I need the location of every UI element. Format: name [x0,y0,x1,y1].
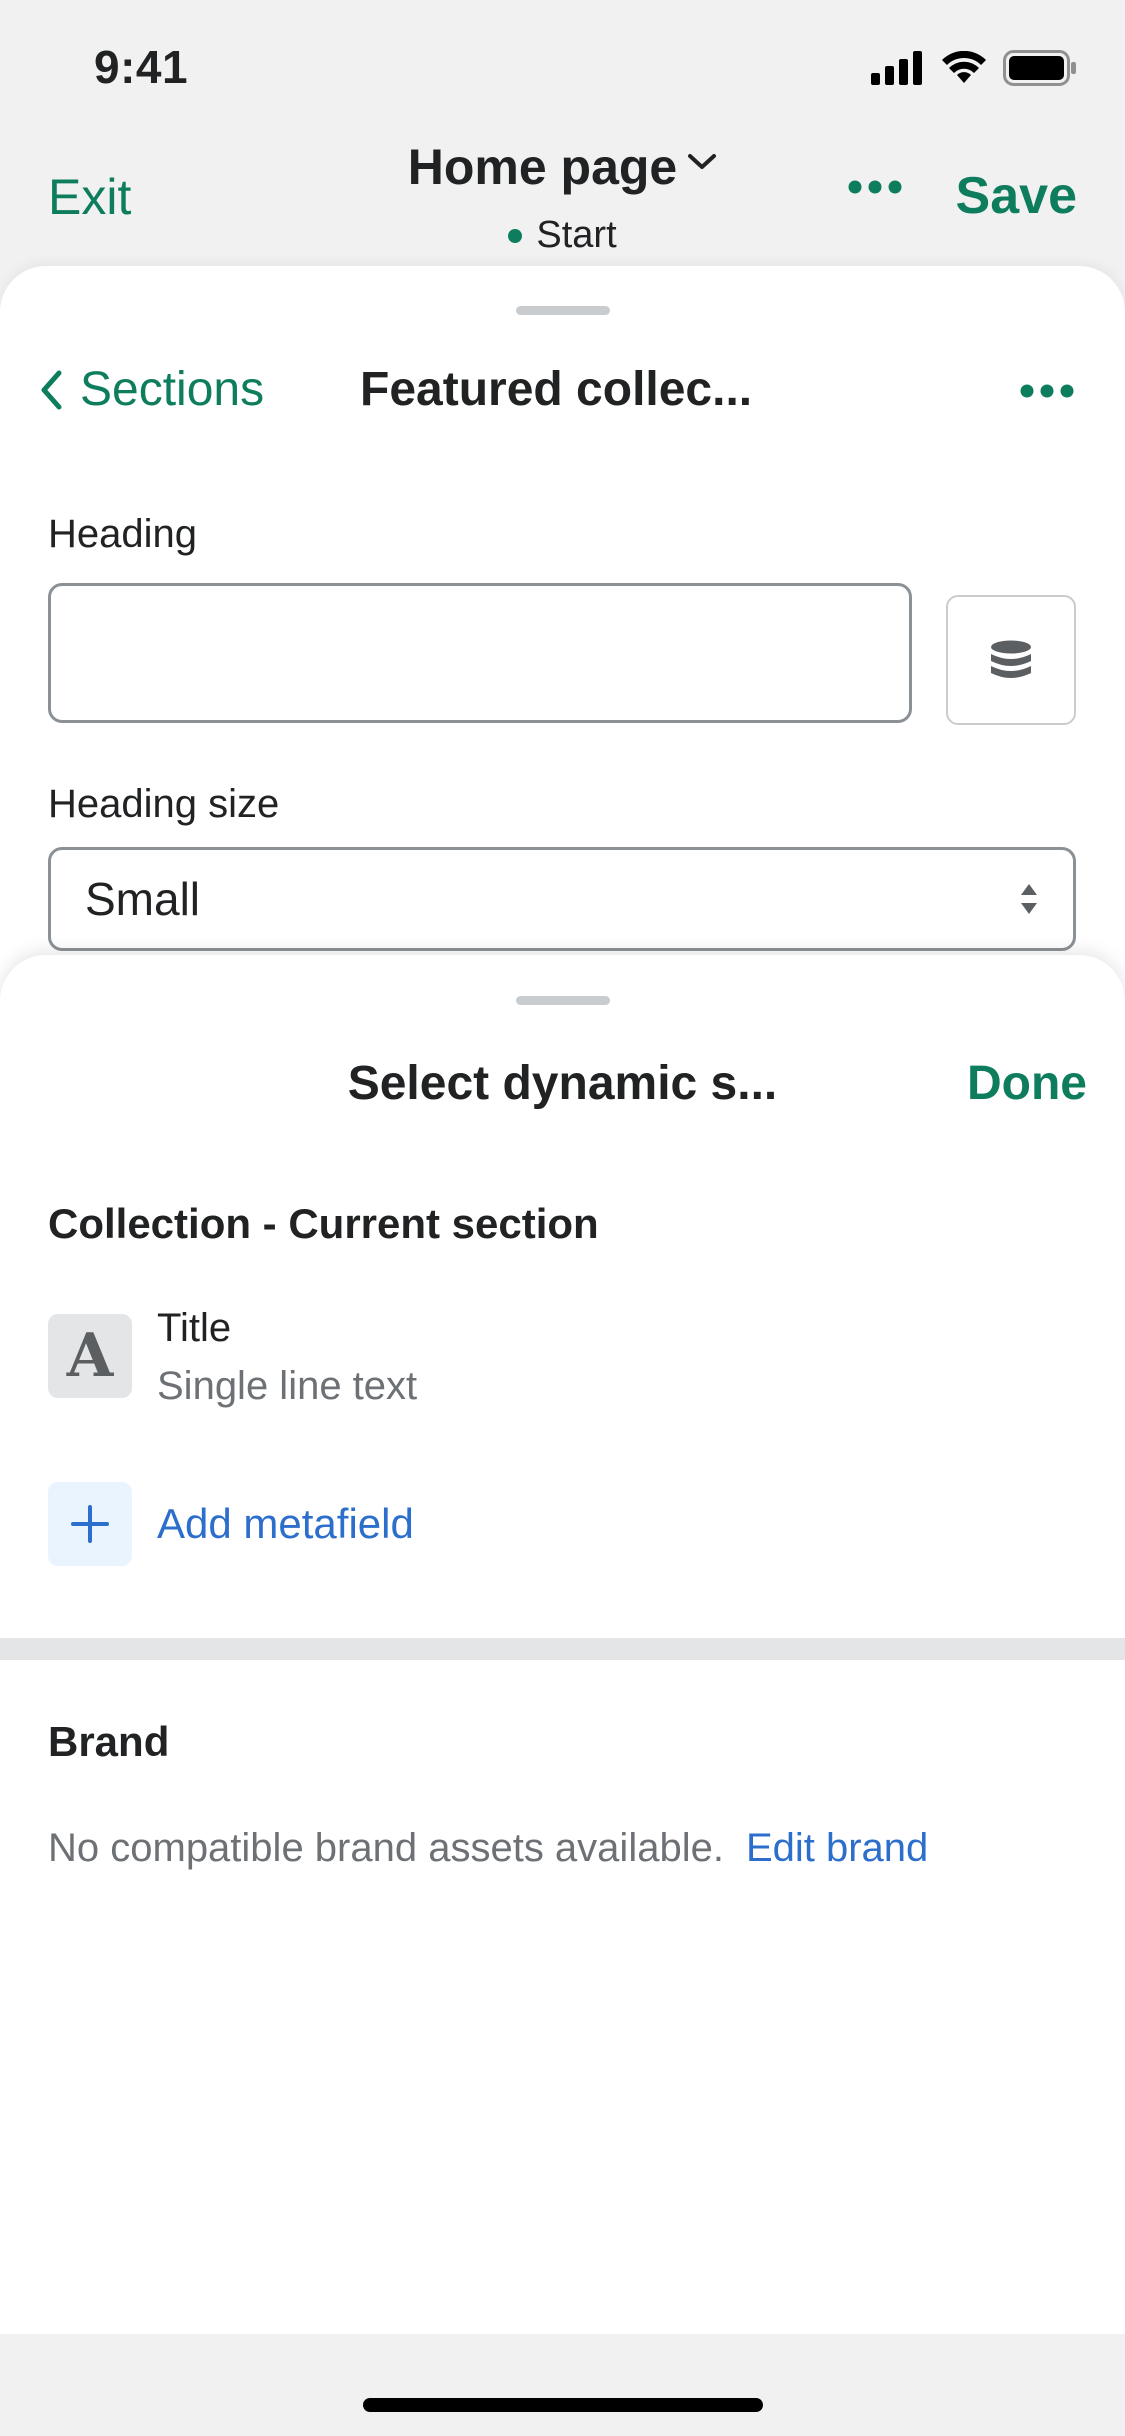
status-time: 9:41 [94,41,189,93]
page-title: Home page [407,139,678,195]
page-status-label: Start [536,214,617,256]
plus-icon [71,1505,109,1543]
battery-icon [1003,50,1076,86]
save-button[interactable]: Save [956,166,1077,226]
heading-size-value: Small [85,873,201,925]
collection-group-title: Collection - Current section [48,1200,599,1247]
add-metafield-link[interactable]: Add metafield [157,1500,414,1548]
section-divider [0,1638,1125,1660]
field-option-title[interactable]: Title [157,1306,231,1351]
insert-dynamic-source-button[interactable] [946,595,1076,725]
more-horizontal-icon[interactable] [848,180,902,194]
back-label: Sections [80,363,265,416]
heading-size-select[interactable]: Small [48,847,1076,951]
chevron-left-icon [41,370,62,409]
chevron-down-icon [688,154,717,169]
status-dot [508,228,523,243]
brand-group-title: Brand [48,1718,170,1765]
heading-label: Heading [48,512,198,556]
sheet-title: Select dynamic s... [347,1057,778,1110]
edit-brand-link[interactable]: Edit brand [746,1826,928,1871]
done-button[interactable]: Done [967,1056,1087,1111]
text-type-icon: A [48,1314,132,1398]
home-indicator[interactable] [363,2398,763,2412]
heading-input[interactable] [48,583,912,723]
back-to-sections-button[interactable]: Sections [38,362,264,417]
cellular-signal-icon [871,51,922,85]
sheet-grabber[interactable] [516,996,610,1005]
home-indicator-area [0,2334,1125,2436]
field-option-type: Single line text [157,1364,418,1408]
status-icons [871,50,1077,86]
select-arrows-icon [1021,884,1037,914]
brand-empty-text: No compatible brand assets available. [48,1826,724,1870]
database-icon [991,640,1031,678]
panel-grabber[interactable] [516,306,610,315]
section-title: Featured collec... [360,363,753,416]
wifi-icon [942,51,986,83]
more-horizontal-icon[interactable] [1020,384,1074,398]
brand-empty-row: No compatible brand assets available. Ed… [48,1826,928,1871]
add-metafield-icon-button[interactable] [48,1482,132,1566]
heading-size-label: Heading size [48,782,280,826]
